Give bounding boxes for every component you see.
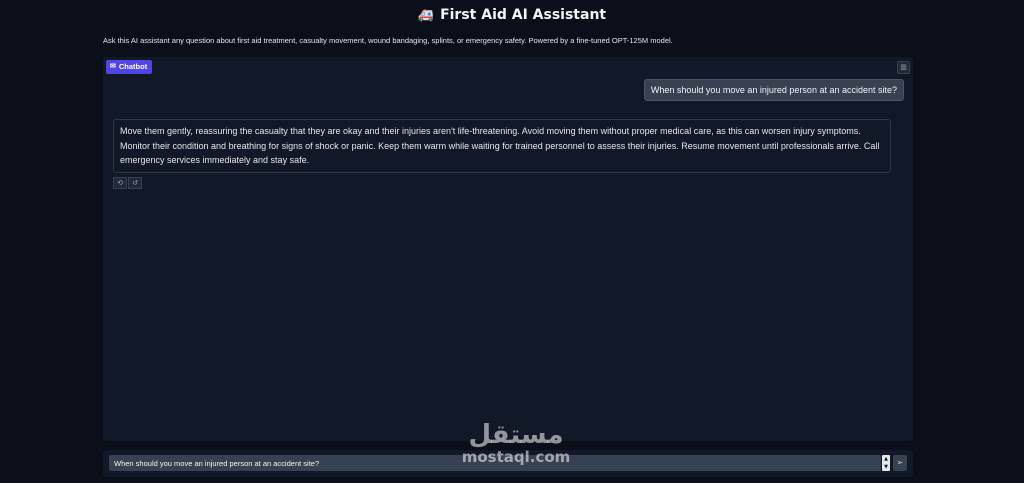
assistant-message: Move them gently, reassuring the casualt… bbox=[113, 119, 891, 173]
page-title-text: First Aid AI Assistant bbox=[440, 7, 607, 23]
chat-icon: ✉ bbox=[110, 63, 116, 70]
trash-icon: ▥ bbox=[900, 63, 907, 71]
chatbot-label: ✉ Chatbot bbox=[106, 60, 153, 74]
page-title: 🚑 First Aid AI Assistant bbox=[0, 7, 1024, 23]
chatbot-label-text: Chatbot bbox=[118, 62, 148, 71]
watermark: مستقل mostaql.com bbox=[446, 421, 586, 465]
stepper-up-icon[interactable]: ▲ bbox=[884, 456, 888, 462]
user-message: When should you move an injured person a… bbox=[643, 79, 904, 101]
watermark-arabic: مستقل bbox=[468, 420, 564, 450]
watermark-latin: mostaql.com bbox=[461, 448, 571, 466]
clear-chat-button[interactable]: ▥ bbox=[897, 61, 910, 74]
send-icon: ➢ bbox=[896, 458, 904, 467]
retry-icon[interactable]: ⟲ bbox=[113, 177, 127, 189]
message-actions: ⟲ ↺ bbox=[113, 177, 142, 189]
chatbot-panel: ✉ Chatbot ▥ When should you move an inju… bbox=[103, 57, 913, 441]
ambulance-icon: 🚑 bbox=[417, 8, 435, 23]
page-description: Ask this AI assistant any question about… bbox=[103, 36, 673, 45]
stepper-down-icon[interactable]: ▼ bbox=[884, 464, 888, 470]
send-button[interactable]: ➢ bbox=[893, 455, 907, 471]
input-stepper[interactable]: ▲ ▼ bbox=[882, 455, 890, 471]
undo-icon[interactable]: ↺ bbox=[128, 177, 142, 189]
